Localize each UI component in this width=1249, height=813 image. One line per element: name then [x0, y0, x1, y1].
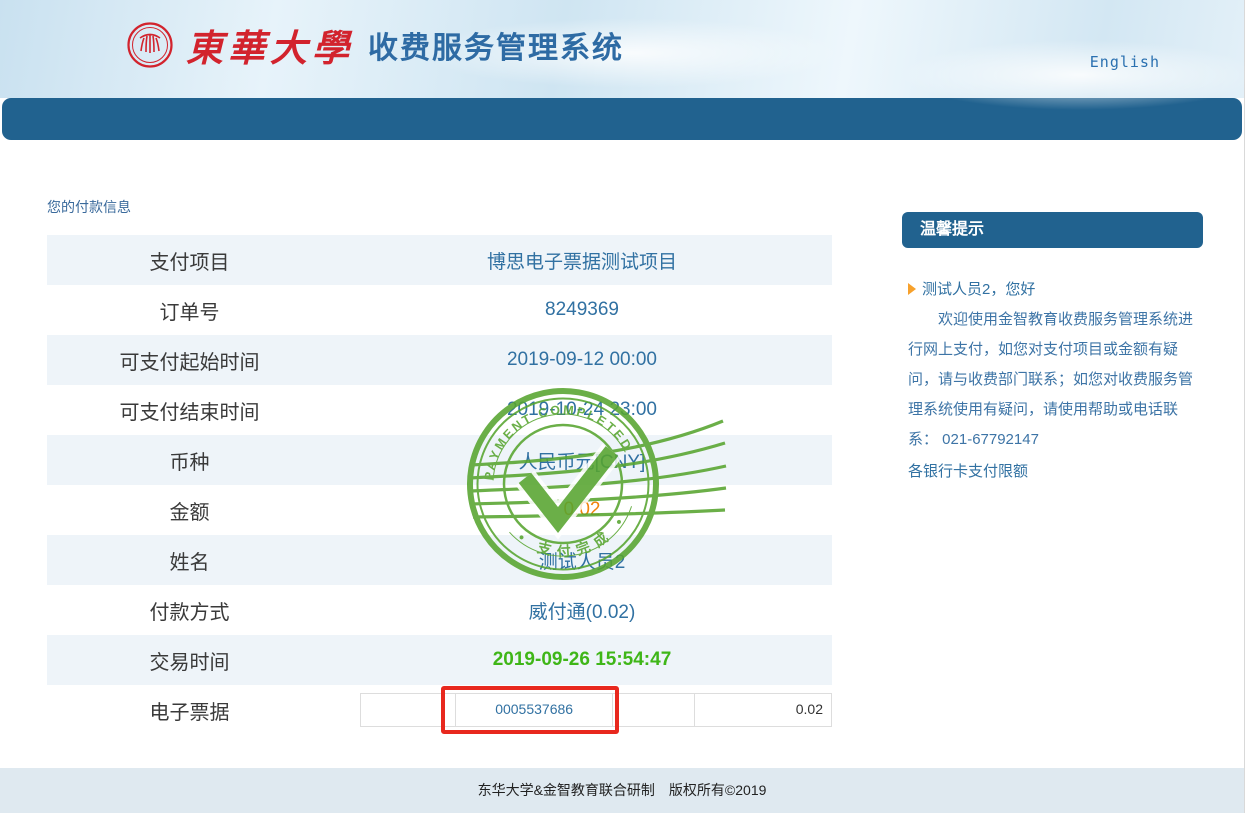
row-value: 博思电子票据测试项目: [332, 247, 832, 274]
sidebar-greeting: 测试人员2，您好: [908, 278, 1197, 299]
row-label: 交易时间: [47, 646, 332, 675]
system-title: 收费服务管理系统: [368, 23, 624, 67]
english-language-link[interactable]: English: [1090, 53, 1160, 71]
invoice-amount-cell: 0.02: [695, 694, 832, 726]
table-row: 交易时间 2019-09-26 15:54:47: [47, 635, 832, 685]
university-name: 東華大學: [186, 18, 354, 72]
invoice-spacer-cell: [613, 694, 695, 726]
table-row: 支付项目 博思电子票据测试项目: [47, 235, 832, 285]
row-label: 可支付结束时间: [47, 396, 332, 425]
row-label: 姓名: [47, 546, 332, 575]
university-seal-icon: [126, 21, 174, 69]
annotation-highlight-box: [441, 686, 619, 734]
bank-card-limit-link[interactable]: 各银行卡支付限额: [908, 457, 1028, 487]
row-value: 威付通(0.02): [332, 597, 832, 624]
row-label: 金额: [47, 496, 332, 525]
row-label: 可支付起始时间: [47, 346, 332, 375]
row-value-transaction-time: 2019-09-26 15:54:47: [332, 649, 832, 671]
sidebar-tips: 温馨提示 测试人员2，您好 欢迎使用金智教育收费服务管理系统进行网上支付，如您对…: [902, 212, 1203, 487]
row-value: 8249369: [332, 299, 832, 321]
row-label: 付款方式: [47, 596, 332, 625]
orange-arrow-icon: [908, 283, 916, 295]
row-label: 订单号: [47, 296, 332, 325]
header: 東華大學 收费服务管理系统 English: [0, 0, 1244, 98]
payment-info-section-title: 您的付款信息: [47, 197, 131, 217]
row-label: 币种: [47, 446, 332, 475]
cloud-decoration: [900, 40, 1249, 110]
sidebar-body: 测试人员2，您好 欢迎使用金智教育收费服务管理系统进行网上支付，如您对支付项目或…: [902, 248, 1203, 487]
sidebar-title: 温馨提示: [902, 212, 1203, 248]
row-label: 支付项目: [47, 246, 332, 275]
row-value: 2019-09-12 00:00: [332, 349, 832, 371]
table-row: 订单号 8249369: [47, 285, 832, 335]
table-row-invoice: 电子票据 0005537686 0.02: [47, 685, 832, 735]
greeting-text: 测试人员2，您好: [922, 278, 1035, 299]
table-row: 可支付起始时间 2019-09-12 00:00: [47, 335, 832, 385]
row-label: 电子票据: [47, 696, 332, 725]
logo-area: 東華大學 收费服务管理系统: [126, 18, 624, 72]
page: 東華大學 收费服务管理系统 English 您的付款信息 支付项目 博思电子票据…: [0, 0, 1245, 813]
sidebar-message: 欢迎使用金智教育收费服务管理系统进行网上支付，如您对支付项目或金额有疑问，请与收…: [908, 305, 1197, 455]
payment-completed-stamp: PAYMENT COMPLETED • 支付完成 •: [455, 383, 735, 593]
main-content: 您的付款信息 支付项目 博思电子票据测试项目 订单号 8249369 可支付起始…: [0, 140, 1244, 768]
footer: 东华大学&金智教育联合研制 版权所有©2019: [0, 768, 1244, 813]
